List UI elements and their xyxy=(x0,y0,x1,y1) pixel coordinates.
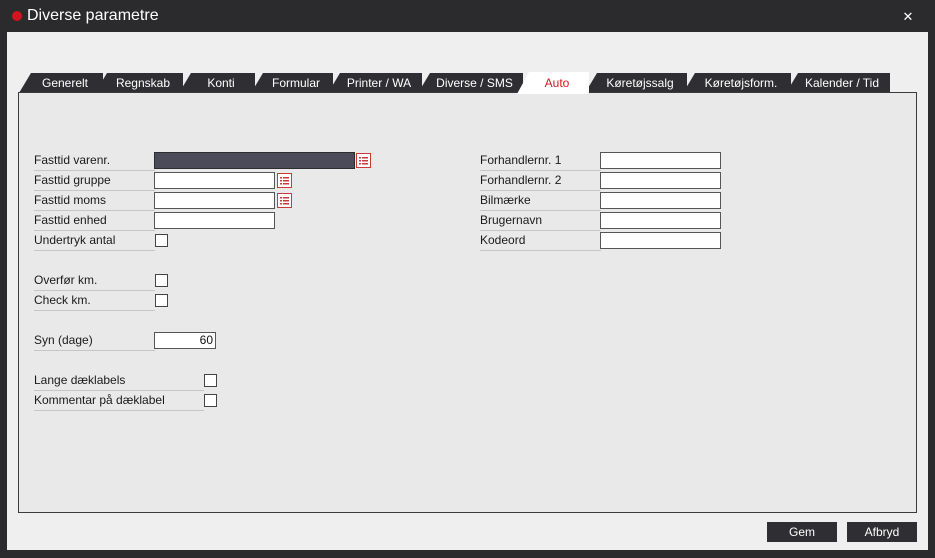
tab-label: Køretøjsform. xyxy=(704,76,778,90)
tab-label: Kalender / Tid xyxy=(804,76,880,90)
fasttid-enhed-input[interactable] xyxy=(154,212,275,229)
tab-koretojsform[interactable]: Køretøjsform. xyxy=(683,73,791,93)
brugernavn-input[interactable] xyxy=(600,212,721,229)
kommentar-paa-daeklabel-checkbox[interactable] xyxy=(204,394,217,407)
forhandlernr-2-input[interactable] xyxy=(600,172,721,189)
tab-label: Konti xyxy=(207,76,235,90)
tab-panel-auto: Fasttid varenr. Fasttid gruppe Fasttid m… xyxy=(18,92,917,513)
tab-auto[interactable]: Auto xyxy=(517,72,589,94)
brugernavn-label: Brugernavn xyxy=(480,211,601,231)
tab-koretojssalg[interactable]: Køretøjssalg xyxy=(585,73,687,93)
title-bar: Diverse parametre ✕ xyxy=(0,0,935,32)
tab-label: Regnskab xyxy=(115,76,171,90)
cancel-button[interactable]: Afbryd xyxy=(847,522,917,542)
fasttid-moms-label: Fasttid moms xyxy=(34,191,155,211)
kodeord-input[interactable] xyxy=(600,232,721,249)
tab-kalender-tid[interactable]: Kalender / Tid xyxy=(786,73,890,93)
check-km-label: Check km. xyxy=(34,291,155,311)
tab-generelt[interactable]: Generelt xyxy=(19,73,103,93)
tab-diverse-sms[interactable]: Diverse / SMS xyxy=(418,73,523,93)
fasttid-gruppe-input[interactable] xyxy=(154,172,275,189)
list-lookup-icon[interactable] xyxy=(277,173,292,188)
tab-label: Diverse / SMS xyxy=(436,76,513,90)
fasttid-enhed-label: Fasttid enhed xyxy=(34,211,155,231)
lange-daeklabels-label: Lange dæklabels xyxy=(34,371,204,391)
syn-dage-label: Syn (dage) xyxy=(34,331,155,351)
list-lookup-icon[interactable] xyxy=(277,193,292,208)
overfor-km-checkbox[interactable] xyxy=(155,274,168,287)
tab-label: Generelt xyxy=(41,76,89,90)
undertryk-antal-checkbox[interactable] xyxy=(155,234,168,247)
tab-konti[interactable]: Konti xyxy=(179,73,255,93)
fasttid-varenr-input[interactable] xyxy=(154,152,355,169)
tab-formular[interactable]: Formular xyxy=(251,73,333,93)
forhandlernr-1-label: Forhandlernr. 1 xyxy=(480,151,601,171)
list-lookup-icon[interactable] xyxy=(356,153,371,168)
overfor-km-label: Overfør km. xyxy=(34,271,155,291)
tab-regnskab[interactable]: Regnskab xyxy=(95,73,183,93)
undertryk-antal-label: Undertryk antal xyxy=(34,231,155,251)
lange-daeklabels-checkbox[interactable] xyxy=(204,374,217,387)
bilmaerke-label: Bilmærke xyxy=(480,191,601,211)
tab-label: Auto xyxy=(544,76,570,90)
fasttid-gruppe-label: Fasttid gruppe xyxy=(34,171,155,191)
syn-dage-input[interactable]: 60 xyxy=(154,332,216,349)
close-icon[interactable]: ✕ xyxy=(898,8,918,26)
dialog-body: Generelt Regnskab Konti Formular Printer… xyxy=(7,32,928,550)
tab-label: Formular xyxy=(271,76,320,90)
kodeord-label: Kodeord xyxy=(480,231,601,251)
forhandlernr-1-input[interactable] xyxy=(600,152,721,169)
fasttid-moms-input[interactable] xyxy=(154,192,275,209)
kommentar-paa-daeklabel-label: Kommentar på dæklabel xyxy=(34,391,204,411)
window-title: Diverse parametre xyxy=(27,7,159,24)
tab-printer-wa[interactable]: Printer / WA xyxy=(328,73,422,93)
fasttid-varenr-label: Fasttid varenr. xyxy=(34,151,155,171)
bilmaerke-input[interactable] xyxy=(600,192,721,209)
tab-label: Printer / WA xyxy=(346,76,412,90)
forhandlernr-2-label: Forhandlernr. 2 xyxy=(480,171,601,191)
red-dot-icon xyxy=(12,11,22,21)
save-button[interactable]: Gem xyxy=(767,522,837,542)
check-km-checkbox[interactable] xyxy=(155,294,168,307)
tab-label: Køretøjssalg xyxy=(606,76,674,90)
